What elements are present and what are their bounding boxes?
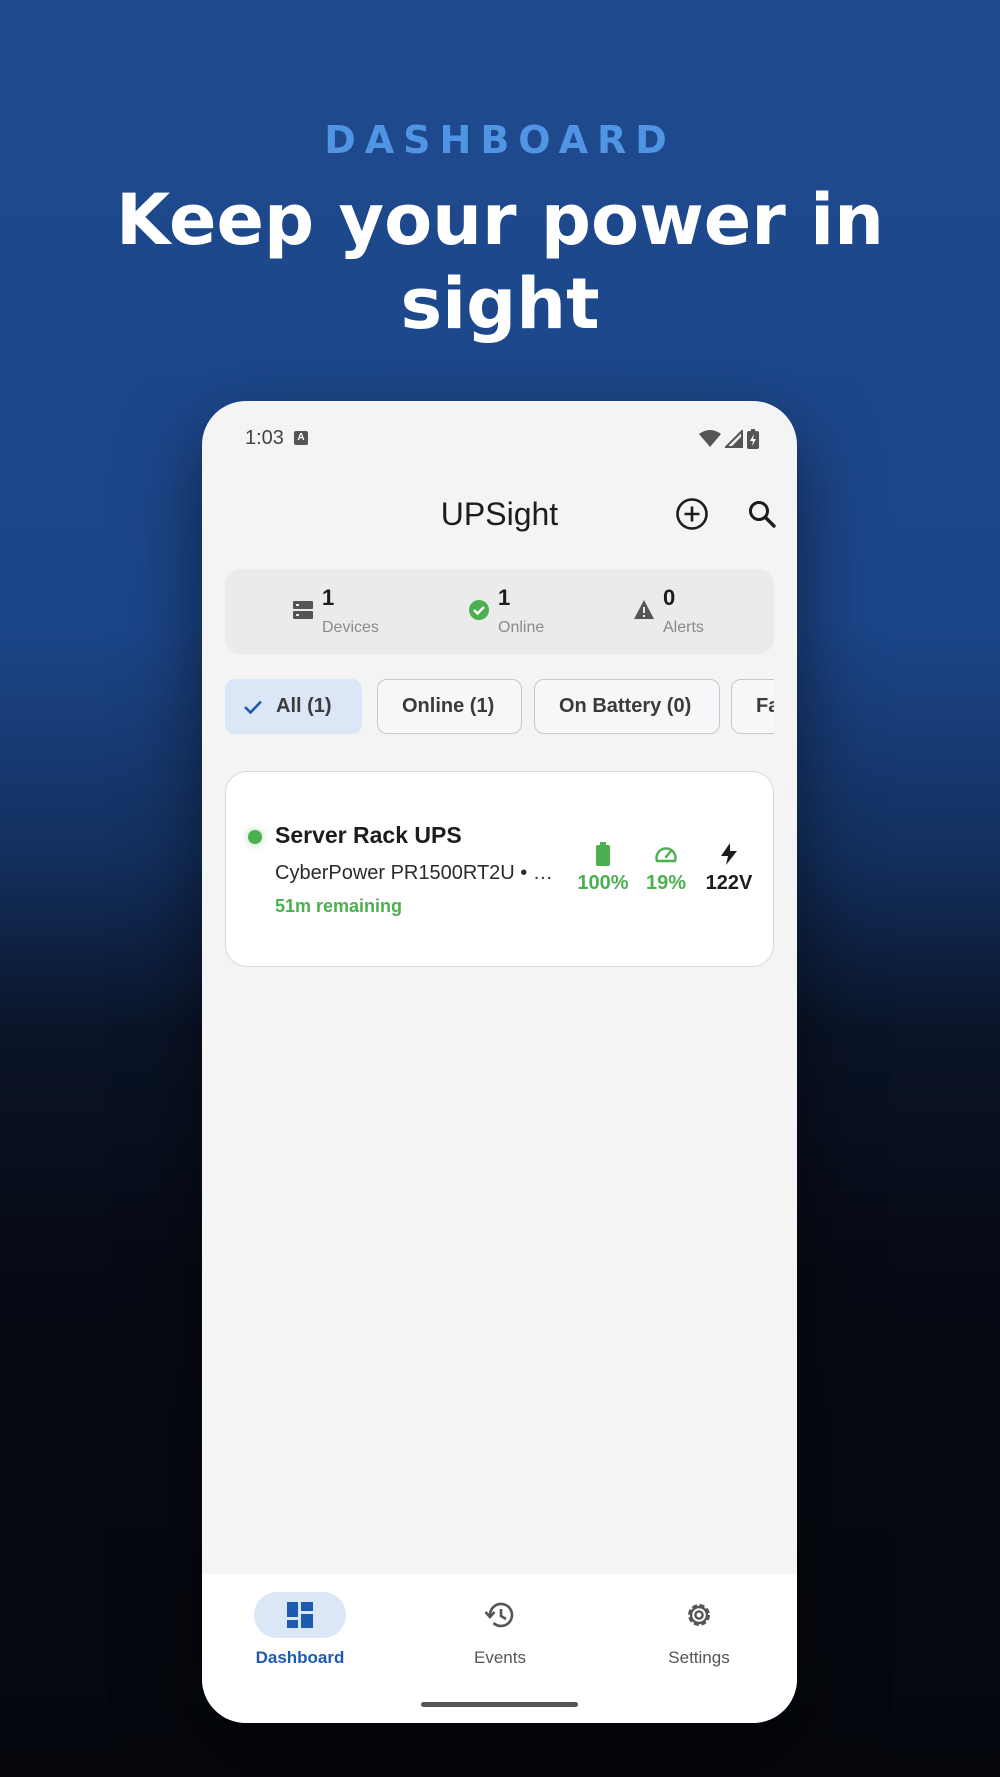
speedometer-icon [655, 847, 677, 863]
online-count: 1 [498, 585, 511, 610]
notification-a-icon: A [294, 431, 308, 445]
nav-events[interactable]: Events [425, 1592, 575, 1668]
history-icon [484, 1602, 514, 1628]
filter-chips: All (1) Online (1) On Battery (0) Fa [225, 679, 774, 735]
load-value: 19% [645, 872, 687, 894]
devices-count: 1 [322, 585, 335, 610]
wifi-icon [699, 430, 721, 447]
promo-headline: Keep your power in sight [116, 179, 884, 345]
online-label: Online [498, 619, 545, 636]
filter-chip-label: On Battery (0) [559, 695, 692, 717]
home-indicator[interactable] [421, 1702, 578, 1707]
nav-dashboard[interactable]: Dashboard [225, 1592, 375, 1668]
alerts-label: Alerts [663, 619, 704, 636]
nav-label: Events [474, 1648, 526, 1667]
dashboard-icon [287, 1602, 313, 1628]
server-icon [293, 601, 313, 619]
check-circle-icon [469, 600, 489, 620]
signal-icon [725, 430, 743, 448]
nav-label: Dashboard [255, 1648, 345, 1667]
summary-panel: 1 Devices 1 Online 0 Alerts [225, 569, 774, 654]
add-circle-icon[interactable] [675, 497, 709, 531]
alerts-count: 0 [663, 585, 676, 610]
filter-chip-online[interactable]: Online (1) [377, 679, 522, 734]
status-time: 1:03 [245, 427, 284, 449]
devices-label: Devices [322, 619, 379, 636]
load-metric: 19% [641, 840, 691, 895]
gear-icon [688, 1604, 710, 1626]
device-runtime: 51m remaining [275, 896, 403, 916]
voltage-metric: 122V [701, 840, 757, 895]
phone-frame: 1:03 A UPSight 1 Devices 1 Online 0 Aler… [202, 401, 797, 1723]
filter-chip-all[interactable]: All (1) [225, 679, 362, 734]
lightning-icon [721, 843, 737, 865]
filter-chip-on-battery[interactable]: On Battery (0) [534, 679, 720, 734]
promo-eyebrow: DASHBOARD [324, 118, 676, 162]
filter-chip-label: Online (1) [402, 695, 495, 717]
device-name: Server Rack UPS [275, 822, 462, 848]
status-dot [248, 830, 262, 844]
nav-label: Settings [668, 1648, 730, 1667]
search-icon[interactable] [747, 499, 777, 529]
device-model: CyberPower PR1500RT2U • 1… [275, 862, 560, 884]
status-bar: 1:03 A [202, 401, 797, 471]
nav-settings[interactable]: Settings [624, 1592, 774, 1668]
warning-icon [634, 600, 654, 619]
battery-value: 100% [577, 872, 629, 894]
battery-charging-icon [747, 429, 759, 449]
bottom-navigation: Dashboard Events Settings [202, 1574, 797, 1723]
filter-chip-fault[interactable]: Fa [731, 679, 774, 734]
battery-metric: 100% [573, 840, 633, 895]
voltage-value: 122V [705, 872, 753, 894]
filter-chip-label: Fa [756, 695, 774, 717]
battery-icon [596, 842, 610, 866]
check-icon [244, 700, 262, 714]
device-card[interactable]: Server Rack UPS CyberPower PR1500RT2U • … [225, 771, 774, 967]
filter-chip-label: All (1) [276, 695, 332, 717]
